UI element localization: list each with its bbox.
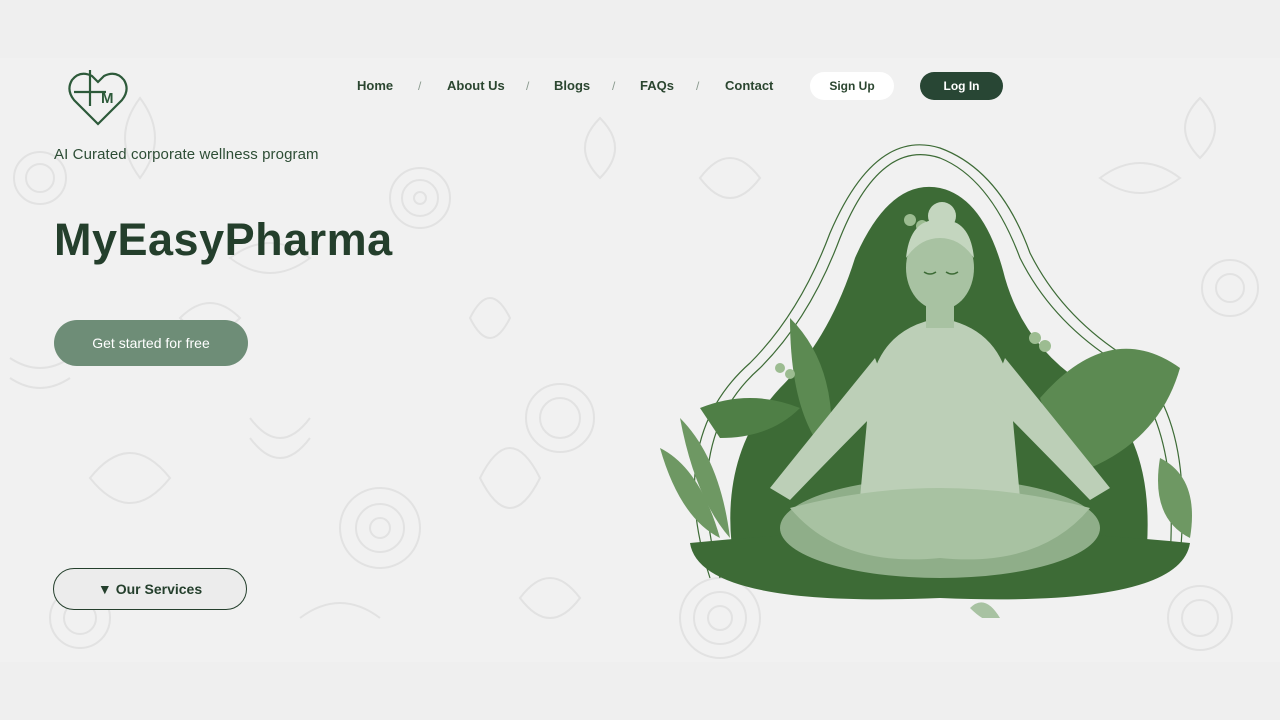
nav-link-about-us[interactable]: About Us	[447, 68, 505, 104]
svg-text:M: M	[101, 90, 114, 107]
meditation-illustration	[660, 144, 1192, 618]
nav-link-faqs[interactable]: FAQs	[640, 68, 674, 104]
nav-link-home[interactable]: Home	[357, 68, 393, 104]
nav-separator: /	[418, 79, 422, 93]
heart-cross-logo-icon[interactable]: M	[66, 66, 130, 130]
brand-heading: MyEasyPharma	[54, 214, 393, 265]
down-triangle-icon: ▼	[97, 581, 112, 597]
log-in-button[interactable]: Log In	[920, 72, 1003, 100]
hero-section: M Home / About Us / Blogs / FAQs / Conta…	[0, 58, 1280, 662]
get-started-button[interactable]: Get started for free	[54, 320, 248, 366]
nav-separator: /	[612, 79, 616, 93]
our-services-label: Our Services	[115, 581, 203, 597]
our-services-button[interactable]: ▼ Our Services	[53, 568, 247, 610]
nav-separator: /	[526, 79, 530, 93]
nav-link-blogs[interactable]: Blogs	[554, 68, 590, 104]
sign-up-button[interactable]: Sign Up	[810, 72, 894, 100]
nav-link-contact[interactable]: Contact	[725, 68, 773, 104]
hero-tagline: AI Curated corporate wellness program	[54, 146, 319, 163]
nav-separator: /	[696, 79, 700, 93]
